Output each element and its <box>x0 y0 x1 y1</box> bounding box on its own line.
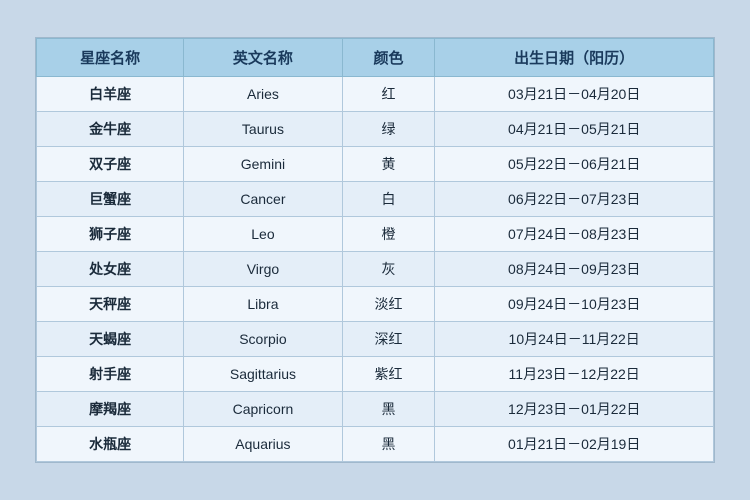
table-row: 金牛座Taurus绿04月21日－05月21日 <box>37 112 714 147</box>
cell-chinese-name: 狮子座 <box>37 217 184 252</box>
cell-chinese-name: 射手座 <box>37 357 184 392</box>
cell-color: 淡红 <box>342 287 435 322</box>
cell-dates: 06月22日－07月23日 <box>435 182 714 217</box>
table-header-row: 星座名称 英文名称 颜色 出生日期（阳历） <box>37 39 714 77</box>
cell-dates: 03月21日－04月20日 <box>435 77 714 112</box>
table-body: 白羊座Aries红03月21日－04月20日金牛座Taurus绿04月21日－0… <box>37 77 714 462</box>
cell-color: 灰 <box>342 252 435 287</box>
header-english-name: 英文名称 <box>184 39 342 77</box>
table-row: 双子座Gemini黄05月22日－06月21日 <box>37 147 714 182</box>
cell-english-name: Aquarius <box>184 427 342 462</box>
table-row: 巨蟹座Cancer白06月22日－07月23日 <box>37 182 714 217</box>
table-row: 白羊座Aries红03月21日－04月20日 <box>37 77 714 112</box>
cell-dates: 12月23日－01月22日 <box>435 392 714 427</box>
cell-color: 黑 <box>342 392 435 427</box>
cell-color: 红 <box>342 77 435 112</box>
cell-color: 橙 <box>342 217 435 252</box>
cell-color: 紫红 <box>342 357 435 392</box>
cell-dates: 07月24日－08月23日 <box>435 217 714 252</box>
table-row: 射手座Sagittarius紫红11月23日－12月22日 <box>37 357 714 392</box>
cell-chinese-name: 处女座 <box>37 252 184 287</box>
cell-chinese-name: 水瓶座 <box>37 427 184 462</box>
table-row: 天秤座Libra淡红09月24日－10月23日 <box>37 287 714 322</box>
cell-chinese-name: 摩羯座 <box>37 392 184 427</box>
cell-color: 深红 <box>342 322 435 357</box>
cell-color: 白 <box>342 182 435 217</box>
cell-color: 黄 <box>342 147 435 182</box>
cell-dates: 05月22日－06月21日 <box>435 147 714 182</box>
cell-dates: 04月21日－05月21日 <box>435 112 714 147</box>
cell-chinese-name: 天秤座 <box>37 287 184 322</box>
cell-dates: 01月21日－02月19日 <box>435 427 714 462</box>
cell-chinese-name: 巨蟹座 <box>37 182 184 217</box>
cell-english-name: Scorpio <box>184 322 342 357</box>
table-row: 狮子座Leo橙07月24日－08月23日 <box>37 217 714 252</box>
cell-dates: 09月24日－10月23日 <box>435 287 714 322</box>
cell-chinese-name: 双子座 <box>37 147 184 182</box>
header-chinese-name: 星座名称 <box>37 39 184 77</box>
table-row: 天蝎座Scorpio深红10月24日－11月22日 <box>37 322 714 357</box>
cell-english-name: Leo <box>184 217 342 252</box>
cell-chinese-name: 白羊座 <box>37 77 184 112</box>
cell-english-name: Sagittarius <box>184 357 342 392</box>
cell-dates: 11月23日－12月22日 <box>435 357 714 392</box>
cell-color: 绿 <box>342 112 435 147</box>
table-row: 水瓶座Aquarius黑01月21日－02月19日 <box>37 427 714 462</box>
cell-dates: 08月24日－09月23日 <box>435 252 714 287</box>
table-row: 摩羯座Capricorn黑12月23日－01月22日 <box>37 392 714 427</box>
cell-english-name: Gemini <box>184 147 342 182</box>
cell-english-name: Libra <box>184 287 342 322</box>
cell-chinese-name: 金牛座 <box>37 112 184 147</box>
cell-english-name: Capricorn <box>184 392 342 427</box>
cell-english-name: Virgo <box>184 252 342 287</box>
cell-chinese-name: 天蝎座 <box>37 322 184 357</box>
zodiac-table-container: 星座名称 英文名称 颜色 出生日期（阳历） 白羊座Aries红03月21日－04… <box>35 37 715 463</box>
table-row: 处女座Virgo灰08月24日－09月23日 <box>37 252 714 287</box>
cell-english-name: Aries <box>184 77 342 112</box>
cell-english-name: Taurus <box>184 112 342 147</box>
zodiac-table: 星座名称 英文名称 颜色 出生日期（阳历） 白羊座Aries红03月21日－04… <box>36 38 714 462</box>
header-dates: 出生日期（阳历） <box>435 39 714 77</box>
cell-dates: 10月24日－11月22日 <box>435 322 714 357</box>
cell-english-name: Cancer <box>184 182 342 217</box>
header-color: 颜色 <box>342 39 435 77</box>
cell-color: 黑 <box>342 427 435 462</box>
